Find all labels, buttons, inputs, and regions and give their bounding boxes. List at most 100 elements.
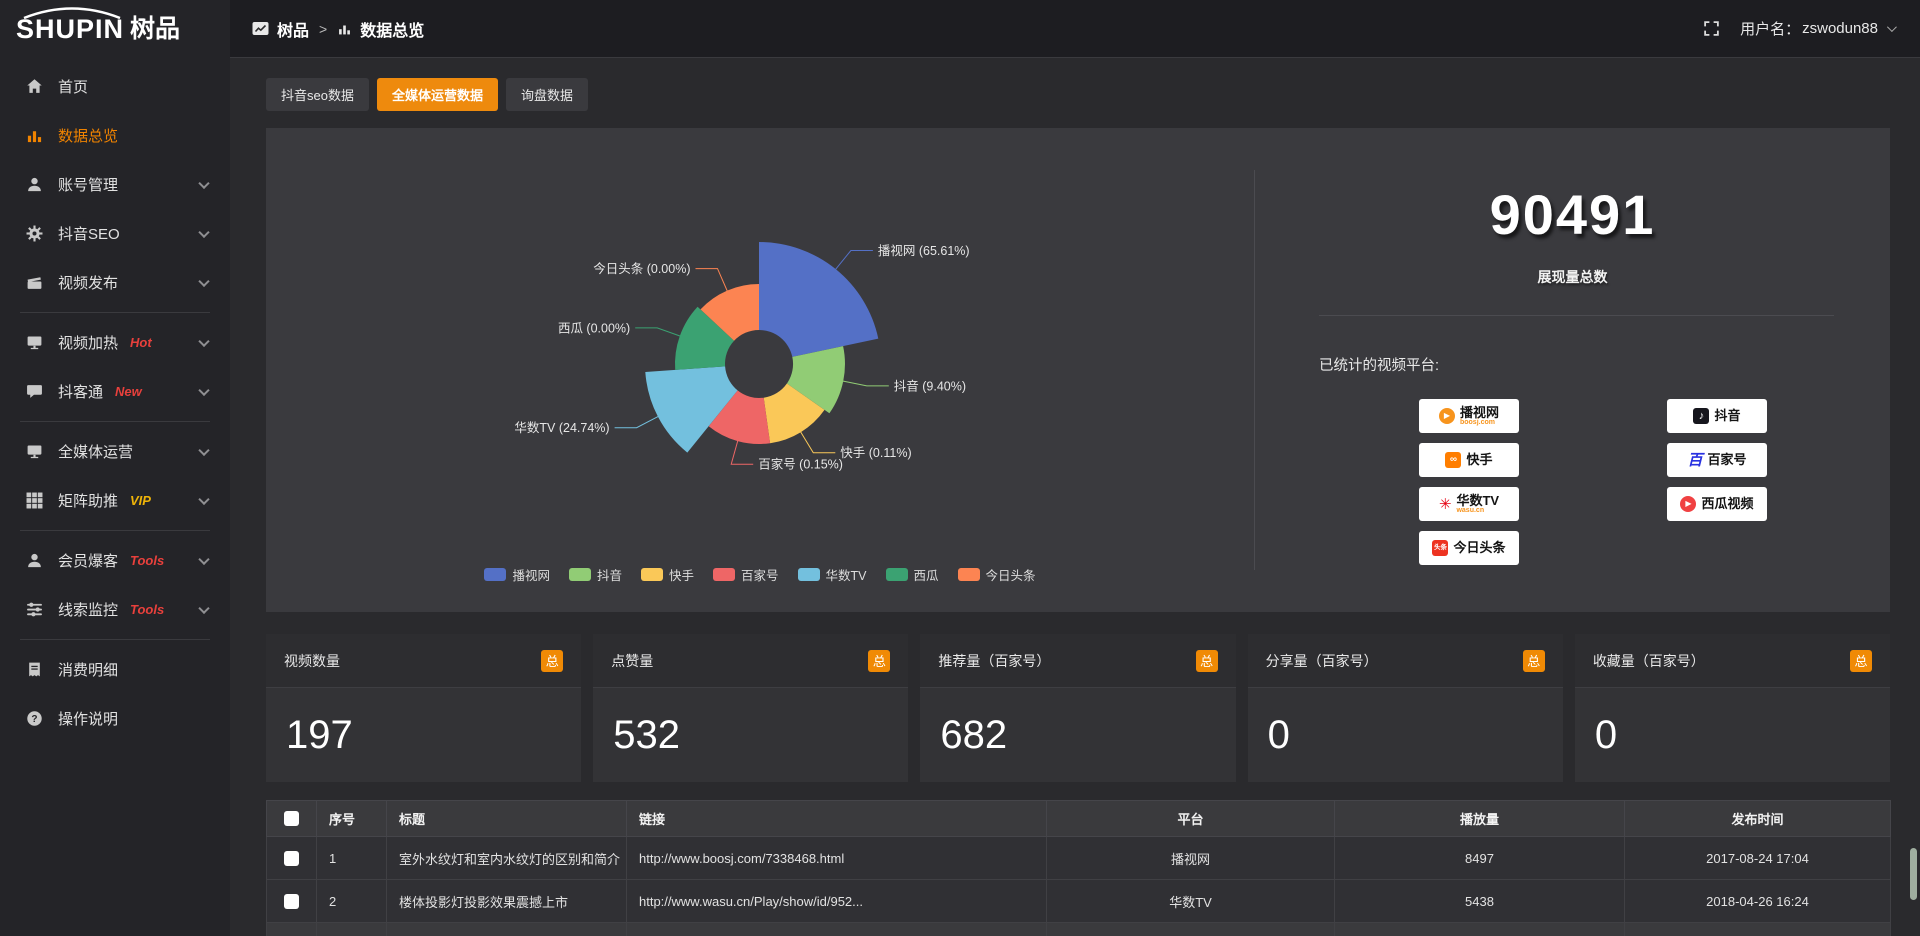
- video-table: 序号 标题 链接 平台 播放量 发布时间 1 室外水纹灯和室内水纹灯的区别和简: [266, 800, 1891, 936]
- gear-icon: [26, 225, 43, 242]
- legend-item-百家号[interactable]: 百家号: [713, 565, 779, 584]
- platform-badge-西瓜视频: ▶西瓜视频: [1667, 487, 1767, 521]
- sidebar-item-help[interactable]: ? 操作说明: [0, 694, 230, 743]
- clapperboard-icon: [26, 274, 43, 291]
- breadcrumb-current[interactable]: 数据总览: [360, 17, 424, 41]
- select-all-cell: [267, 801, 317, 837]
- cell-title-link[interactable]: 室外水纹灯和室内水纹灯的区别和简介: [387, 837, 627, 880]
- stat-card-value: 197: [286, 713, 353, 758]
- sidebar-item-label: 账号管理: [58, 174, 118, 195]
- tab-bar: 抖音seo数据 全媒体运营数据 询盘数据: [266, 78, 1890, 111]
- sidebar-item-spend-details[interactable]: 消费明细: [0, 645, 230, 694]
- sidebar-item-doketong[interactable]: 抖客通 New: [0, 367, 230, 416]
- sliders-icon: [26, 601, 43, 618]
- cell-title-link[interactable]: 楼体投影灯投影效果震撼上市: [387, 880, 627, 923]
- row-checkbox[interactable]: [284, 851, 299, 866]
- sidebar-item-home[interactable]: 首页: [0, 62, 230, 111]
- legend-swatch: [886, 568, 908, 581]
- platform-subtext: wasu.cn: [1456, 507, 1484, 514]
- legend-swatch: [569, 568, 591, 581]
- logo-text-en: SHUPIN: [16, 16, 124, 43]
- legend-label: 播视网: [512, 565, 550, 584]
- legend-item-播视网[interactable]: 播视网: [484, 565, 550, 584]
- platform-subtext: boosj.com: [1460, 419, 1495, 426]
- row-checkbox[interactable]: [284, 894, 299, 909]
- app-logo[interactable]: SHUPIN 树品: [0, 0, 230, 58]
- chevron-down-icon: [198, 335, 209, 346]
- total-badge[interactable]: 总: [1196, 650, 1218, 672]
- sidebar-item-omnimedia[interactable]: 全媒体运营: [0, 427, 230, 476]
- content: 抖音seo数据 全媒体运营数据 询盘数据 播视网 (65.61%)抖音 (9.4…: [230, 58, 1920, 936]
- platform-name: 西瓜视频: [1701, 497, 1753, 511]
- pie-label: 百家号 (0.15%): [758, 457, 843, 472]
- sidebar-divider: [20, 312, 210, 313]
- legend-item-西瓜[interactable]: 西瓜: [886, 565, 939, 584]
- pie-label: 华数TV (24.74%): [514, 420, 609, 435]
- legend-item-华数TV[interactable]: 华数TV: [798, 565, 867, 584]
- username-label: 用户名：: [1740, 18, 1800, 39]
- stat-card-videos: 视频数量总 197: [266, 634, 581, 782]
- legend-swatch: [958, 568, 980, 581]
- vip-badge: VIP: [130, 493, 151, 508]
- stat-card-likes: 点赞量总 532: [593, 634, 908, 782]
- legend-item-今日头条[interactable]: 今日头条: [958, 565, 1036, 584]
- grid-icon: [26, 492, 43, 509]
- cell-url-link[interactable]: http://www.wasu.cn/Play/show/id/952...: [627, 880, 1047, 923]
- platform-badge-今日头条: 头条今日头条: [1419, 531, 1519, 565]
- chevron-down-icon: [1887, 22, 1897, 32]
- sidebar-item-douyin-seo[interactable]: 抖音SEO: [0, 209, 230, 258]
- app-window: SHUPIN 树品 首页 数据总览 账号管理 抖音SEO: [0, 0, 1920, 936]
- total-badge[interactable]: 总: [541, 650, 563, 672]
- chevron-down-icon: [198, 553, 209, 564]
- question-icon: ?: [26, 710, 43, 727]
- platform-name: 播视网: [1460, 406, 1499, 420]
- platform-name: 华数TV: [1456, 494, 1499, 508]
- stat-card-label: 收藏量（百家号）: [1593, 651, 1705, 671]
- sidebar-item-account[interactable]: 账号管理: [0, 160, 230, 209]
- sidebar-item-label: 抖音SEO: [58, 223, 120, 244]
- tab-inquiry-data[interactable]: 询盘数据: [506, 78, 588, 111]
- user-menu[interactable]: 用户名： zswodun88: [1740, 18, 1894, 39]
- sidebar-item-label: 操作说明: [58, 708, 118, 729]
- pie-label: 今日头条 (0.00%): [593, 261, 690, 276]
- bar-chart-icon: [26, 127, 43, 144]
- stat-cards: 视频数量总 197 点赞量总 532 推荐量（百家号）总 682 分享量（百家号…: [266, 634, 1890, 782]
- impressions-total-label: 展现量总数: [1255, 267, 1890, 287]
- video-table-section: 序号 标题 链接 平台 播放量 发布时间 1 室外水纹灯和室内水纹灯的区别和简: [266, 800, 1890, 936]
- platform-column: ▶播视网boosj.com∞快手✳华数TVwasu.cn头条今日头条: [1419, 399, 1519, 575]
- breadcrumb: 树品 > 数据总览: [252, 17, 424, 41]
- sidebar-item-matrix-boost[interactable]: 矩阵助推 VIP: [0, 476, 230, 525]
- fullscreen-icon[interactable]: [1703, 20, 1720, 37]
- scrollbar-thumb[interactable]: [1910, 848, 1917, 900]
- total-badge[interactable]: 总: [1523, 650, 1545, 672]
- legend-item-抖音[interactable]: 抖音: [569, 565, 622, 584]
- label-leader-line: [615, 416, 660, 428]
- cell-url-link[interactable]: http://www.boosj.com/7338468.html: [627, 837, 1047, 880]
- sidebar-item-data-overview[interactable]: 数据总览: [0, 111, 230, 160]
- col-header-no: 序号: [317, 801, 387, 837]
- legend-swatch: [798, 568, 820, 581]
- select-all-checkbox[interactable]: [284, 811, 299, 826]
- impressions-total: 90491: [1255, 182, 1890, 247]
- sidebar-item-video-publish[interactable]: 视频发布: [0, 258, 230, 307]
- sidebar-divider: [20, 639, 210, 640]
- legend-label: 今日头条: [986, 565, 1036, 584]
- pie-slice-播视网[interactable]: [759, 242, 878, 357]
- tab-douyin-seo-data[interactable]: 抖音seo数据: [266, 78, 369, 111]
- sidebar-item-video-heat[interactable]: 视频加热 Hot: [0, 318, 230, 367]
- total-badge[interactable]: 总: [868, 650, 890, 672]
- user-icon: [26, 176, 43, 193]
- stat-card-label: 分享量（百家号）: [1266, 651, 1378, 671]
- total-badge[interactable]: 总: [1850, 650, 1872, 672]
- stat-card-favorites: 收藏量（百家号）总 0: [1575, 634, 1890, 782]
- legend-item-快手[interactable]: 快手: [641, 565, 694, 584]
- col-header-time: 发布时间: [1625, 801, 1891, 837]
- cell-platform: 华数TV: [1047, 880, 1335, 923]
- platform-badge-快手: ∞快手: [1419, 443, 1519, 477]
- breadcrumb-root[interactable]: 树品: [277, 17, 309, 41]
- sidebar-item-lead-monitor[interactable]: 线索监控 Tools: [0, 585, 230, 634]
- logo-text-cn: 树品: [130, 17, 180, 42]
- sidebar-item-member-burst[interactable]: 会员爆客 Tools: [0, 536, 230, 585]
- legend-label: 华数TV: [826, 565, 867, 584]
- tab-omnimedia-data[interactable]: 全媒体运营数据: [377, 78, 498, 111]
